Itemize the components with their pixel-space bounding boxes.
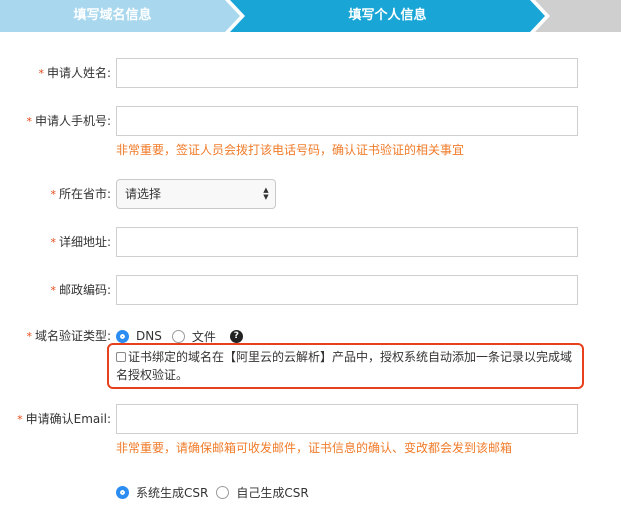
province-city-select[interactable]: 请选择 ▲ ▼ [116, 179, 276, 209]
applicant-name-label: * 申请人姓名: [38, 66, 111, 80]
dns-authorization-callout: 证书绑定的域名在【阿里云的云解析】产品中，授权系统自动添加一条记录以完成域名授权… [107, 343, 584, 389]
required-mark: * [50, 284, 56, 297]
system-csr-label[interactable]: 系统生成CSR [136, 484, 208, 501]
file-radio[interactable] [171, 329, 185, 343]
domain-verify-label: * 域名验证类型: [26, 329, 111, 343]
step-2-label: 填写个人信息 [348, 8, 427, 23]
applicant-phone-input[interactable] [116, 106, 578, 136]
step-3-shape [535, 0, 621, 32]
self-csr-label[interactable]: 自己生成CSR [236, 484, 308, 501]
phone-hint: 非常重要，签证人员会拨打该电话号码，确认证书验证的相关事宜 [116, 143, 465, 157]
required-mark: * [17, 413, 23, 426]
address-input[interactable] [116, 227, 578, 257]
help-icon[interactable]: ? [229, 329, 243, 343]
select-updown-icon: ▲ ▼ [263, 186, 269, 201]
dns-option-label[interactable]: DNS [136, 329, 162, 343]
self-csr-radio[interactable] [216, 485, 230, 499]
email-hint: 非常重要，请确保邮箱可收发邮件，证书信息的确认、变改都会发到该邮箱 [116, 441, 513, 455]
system-csr-radio[interactable] [116, 485, 129, 499]
step-progress-bar: 填写域名信息 填写个人信息 [0, 0, 621, 32]
required-mark: * [26, 115, 32, 128]
confirm-email-label: * 申请确认Email: [17, 412, 111, 426]
address-label: * 详细地址: [50, 235, 111, 249]
postal-code-input[interactable] [116, 275, 578, 305]
required-mark: * [50, 236, 56, 249]
required-mark: * [38, 67, 44, 80]
applicant-phone-label: * 申请人手机号: [26, 114, 111, 128]
required-mark: * [26, 330, 32, 343]
dns-authorization-option: 证书绑定的域名在【阿里云的云解析】产品中，授权系统自动添加一条记录以完成域名授权… [116, 348, 576, 384]
province-city-label: * 所在省市: [50, 187, 111, 201]
province-city-value: 请选择 [125, 187, 162, 201]
confirm-email-input[interactable] [116, 404, 578, 434]
dns-authorization-text: 证书绑定的域名在【阿里云的云解析】产品中，授权系统自动添加一条记录以完成域名授权… [116, 350, 573, 382]
required-mark: * [50, 188, 56, 201]
csr-options: 系统生成CSR 自己生成CSR [116, 483, 309, 501]
dns-radio[interactable] [116, 329, 129, 343]
file-option-label[interactable]: 文件 [192, 328, 216, 345]
applicant-name-input[interactable] [116, 58, 578, 88]
dns-authorization-checkbox[interactable] [116, 352, 126, 362]
step-1-label: 填写域名信息 [73, 8, 152, 23]
postal-code-label: * 邮政编码: [50, 283, 111, 297]
